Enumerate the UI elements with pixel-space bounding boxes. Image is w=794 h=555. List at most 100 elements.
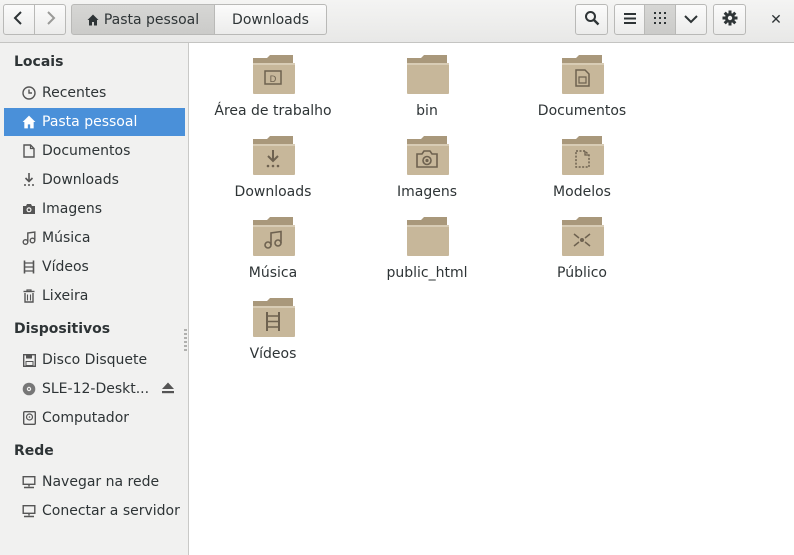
sidebar-item-lixeira[interactable]: Lixeira [4, 282, 185, 310]
folder-share-icon [562, 217, 604, 256]
sidebar-item-label: Vídeos [42, 259, 89, 275]
sidebar-item-videos[interactable]: Vídeos [4, 253, 185, 281]
view-menu-button[interactable] [676, 4, 707, 35]
file-item-modelos[interactable]: Modelos [507, 124, 657, 200]
list-view-button[interactable] [614, 4, 645, 35]
server-icon [21, 503, 37, 519]
go-back-icon [13, 10, 25, 29]
sidebar-item-label: Imagens [42, 201, 103, 217]
sidebar-item-disco-disquete[interactable]: Disco Disquete [4, 346, 185, 374]
search-icon [584, 10, 600, 30]
file-name: Modelos [553, 184, 611, 200]
sidebar-item-conectar-a-servidor[interactable]: Conectar a servidor [4, 497, 185, 525]
sidebar-item-navegar-na-rede[interactable]: Navegar na rede [4, 468, 185, 496]
back-button[interactable] [3, 4, 35, 35]
sidebar-item-documentos[interactable]: Documentos [4, 137, 185, 165]
clock-icon [21, 85, 37, 101]
file-item-publico[interactable]: Público [507, 205, 657, 281]
home-icon [21, 114, 37, 130]
sidebar-item-label: Disco Disquete [42, 352, 148, 368]
grid-view-icon [654, 11, 666, 28]
forward-button[interactable] [35, 4, 66, 35]
file-name: bin [416, 103, 438, 119]
sidebar-resize-handle[interactable] [184, 329, 187, 351]
sidebar-item-imagens[interactable]: Imagens [4, 195, 185, 223]
film-icon [21, 259, 37, 275]
sidebar-item-label: Conectar a servidor [42, 503, 180, 519]
file-item-documentos[interactable]: Documentos [507, 43, 657, 119]
settings-button[interactable] [713, 4, 746, 35]
file-name: Documentos [537, 103, 627, 119]
folder-icon [407, 217, 449, 256]
file-name: Imagens [396, 184, 457, 200]
list-view-icon [623, 12, 636, 28]
folder-document-icon [562, 55, 604, 94]
view-switcher [614, 4, 707, 35]
breadcrumb-downloads[interactable]: Downloads [215, 4, 327, 35]
search-button[interactable] [575, 4, 608, 35]
file-item-public-html[interactable]: public_html [352, 205, 502, 281]
breadcrumb-label: Downloads [232, 11, 309, 28]
folder-music-icon [253, 217, 295, 256]
folder-template-icon [562, 136, 604, 175]
sidebar-item-recentes[interactable]: Recentes [4, 79, 185, 107]
chevron-down-icon [684, 12, 698, 28]
camera-icon [21, 201, 37, 217]
sidebar-item-downloads[interactable]: Downloads [4, 166, 185, 194]
music-icon [21, 230, 37, 246]
file-item-area-de-trabalho[interactable]: D Área de trabalho [198, 43, 348, 119]
history-nav [3, 4, 66, 35]
home-icon [87, 14, 99, 26]
file-name: public_html [386, 265, 468, 281]
breadcrumb-home[interactable]: Pasta pessoal [71, 4, 215, 35]
file-name: Público [557, 265, 607, 281]
computer-icon [21, 410, 37, 426]
sidebar-item-label: Pasta pessoal [42, 114, 138, 130]
folder-desktop-icon: D [253, 55, 295, 94]
sidebar-item-label: Computador [42, 410, 130, 426]
download-icon [21, 172, 37, 188]
sidebar-section-rede: Rede [14, 443, 54, 459]
document-icon [21, 143, 37, 159]
file-view: D Área de trabalho bin Documentos Downlo… [190, 43, 794, 555]
sidebar-item-label: Downloads [42, 172, 119, 188]
file-item-bin[interactable]: bin [352, 43, 502, 119]
sidebar: Locais Recentes Pasta pessoal Documentos… [0, 43, 189, 555]
sidebar-item-label: Navegar na rede [42, 474, 160, 490]
file-item-downloads[interactable]: Downloads [198, 124, 348, 200]
close-icon: ✕ [770, 11, 782, 28]
folder-film-icon [253, 298, 295, 337]
svg-text:D: D [270, 75, 277, 85]
sidebar-item-pasta-pessoal[interactable]: Pasta pessoal [4, 108, 185, 136]
go-forward-icon [44, 10, 56, 29]
sidebar-item-label: Lixeira [42, 288, 89, 304]
folder-camera-icon [407, 136, 449, 175]
network-icon [21, 474, 37, 490]
sidebar-item-label: Documentos [42, 143, 131, 159]
gear-icon [722, 10, 738, 30]
file-name: Área de trabalho [214, 103, 332, 119]
sidebar-section-locais: Locais [14, 54, 64, 70]
grid-view-button[interactable] [645, 4, 676, 35]
folder-icon [407, 55, 449, 94]
sidebar-item-sle-12-desktop[interactable]: SLE-12-Deskt... [4, 375, 185, 403]
breadcrumb-label: Pasta pessoal [103, 11, 200, 28]
sidebar-item-musica[interactable]: Música [4, 224, 185, 252]
sidebar-item-label: SLE-12-Deskt... [42, 381, 150, 397]
file-item-videos[interactable]: Vídeos [198, 286, 348, 362]
sidebar-item-computador[interactable]: Computador [4, 404, 185, 432]
optical-disc-icon [21, 381, 37, 397]
file-name: Downloads [234, 184, 312, 200]
file-item-imagens[interactable]: Imagens [352, 124, 502, 200]
breadcrumb: Pasta pessoal Downloads [71, 4, 327, 35]
sidebar-section-dispositivos: Dispositivos [14, 321, 111, 337]
floppy-icon [21, 352, 37, 368]
eject-icon[interactable] [161, 382, 175, 398]
close-button[interactable]: ✕ [762, 4, 790, 35]
folder-download-icon [253, 136, 295, 175]
file-name: Música [248, 265, 298, 281]
file-item-musica[interactable]: Música [198, 205, 348, 281]
sidebar-item-label: Música [42, 230, 91, 246]
sidebar-item-label: Recentes [42, 85, 107, 101]
file-name: Vídeos [249, 346, 297, 362]
